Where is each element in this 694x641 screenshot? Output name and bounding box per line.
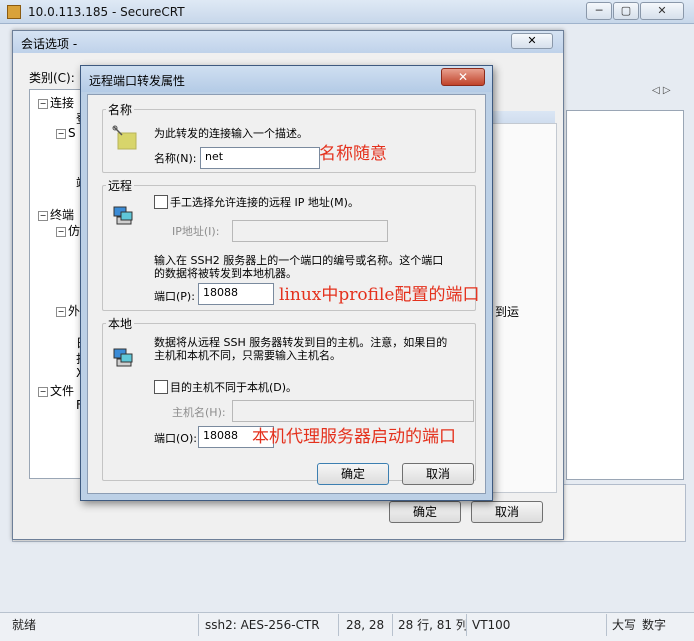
status-cursor-position: 28, 28 (346, 618, 385, 632)
remote-description-line2: 的数据将被转发到本地机器。 (154, 267, 297, 280)
window-title: 10.0.113.185 - SecureCRT (28, 5, 185, 19)
tree-item-file-transfer[interactable]: − 文件 (38, 382, 74, 399)
remote-forward-title: 远程端口转发属性 (89, 74, 186, 88)
different-host-checkbox[interactable] (154, 380, 168, 394)
collapse-icon[interactable]: − (56, 226, 66, 237)
category-label: 类别(C): (29, 71, 75, 85)
computer-icon (112, 347, 134, 369)
maximize-button[interactable]: ▢ (613, 2, 639, 20)
computer-icon (112, 205, 134, 227)
manual-ip-checkbox[interactable] (154, 195, 168, 209)
name-field-label: 名称(N): (154, 152, 197, 165)
close-button[interactable]: ✕ (640, 2, 684, 20)
remote-port-label: 端口(P): (154, 290, 195, 303)
ip-address-label: IP地址(I): (172, 225, 220, 238)
name-group-label: 名称 (106, 101, 135, 118)
annotation-local-port: 本机代理服务器启动的端口 (252, 427, 456, 447)
annotation-name: 名称随意 (319, 144, 387, 164)
remote-group-label: 远程 (106, 177, 135, 194)
terminal-area[interactable] (566, 110, 684, 480)
session-cancel-button[interactable]: 取消 (471, 501, 543, 523)
annotation-remote-port: linux中profile配置的端口 (279, 285, 480, 305)
local-group-label: 本地 (106, 315, 135, 332)
status-caps: 大写 (612, 618, 637, 632)
name-input[interactable]: net (200, 147, 320, 169)
status-rows-cols: 28 行, 81 列 (398, 618, 468, 632)
status-ready: 就绪 (12, 618, 37, 632)
remote-forward-close-button[interactable]: ✕ (441, 68, 485, 86)
tree-item-terminal[interactable]: − 终端 (38, 206, 74, 223)
tree-item-connection[interactable]: − 连接 (38, 94, 74, 111)
securecrt-app-icon (7, 5, 21, 19)
ip-address-input[interactable] (232, 220, 388, 242)
collapse-icon[interactable]: − (56, 306, 66, 317)
collapse-icon[interactable]: − (38, 98, 48, 109)
different-host-label: 目的主机不同于本机(D)。 (170, 381, 298, 394)
forward-ok-button[interactable]: 确定 (317, 463, 389, 485)
status-cipher: ssh2: AES-256-CTR (205, 618, 320, 632)
tree-item-emulation[interactable]: − 仿 (56, 222, 80, 239)
session-options-title: 会话选项 - (21, 37, 78, 51)
session-ok-button[interactable]: 确定 (389, 501, 461, 523)
collapse-icon[interactable]: − (56, 128, 66, 139)
name-description: 为此转发的连接输入一个描述。 (154, 127, 308, 140)
collapse-icon[interactable]: − (38, 210, 48, 221)
session-options-titlebar (13, 31, 563, 53)
forward-cancel-button[interactable]: 取消 (402, 463, 474, 485)
tree-item-ssh[interactable]: − S (56, 126, 76, 140)
local-port-label: 端口(O): (154, 432, 197, 445)
hostname-label: 主机名(H): (172, 406, 226, 419)
local-description-line2: 主机和本机不同，只需要输入主机名。 (154, 349, 341, 362)
status-divider (392, 614, 393, 636)
status-divider (338, 614, 339, 636)
session-options-close-button[interactable]: ✕ (511, 33, 553, 49)
status-divider (606, 614, 607, 636)
status-divider (466, 614, 467, 636)
tag-icon (112, 125, 138, 151)
tab-scroll-arrows[interactable]: ◁ ▷ (652, 85, 686, 101)
remote-port-input[interactable]: 18088 (198, 283, 274, 305)
hostname-input[interactable] (232, 400, 474, 422)
options-panel-text: 到运 (495, 305, 520, 319)
status-divider (198, 614, 199, 636)
minimize-button[interactable]: ─ (586, 2, 612, 20)
collapse-icon[interactable]: − (38, 386, 48, 397)
status-num: 数字 (642, 618, 667, 632)
manual-ip-label: 手工选择允许连接的远程 IP 地址(M)。 (170, 196, 359, 209)
status-terminal-type: VT100 (472, 618, 511, 632)
tree-item-appearance[interactable]: − 外 (56, 302, 80, 319)
